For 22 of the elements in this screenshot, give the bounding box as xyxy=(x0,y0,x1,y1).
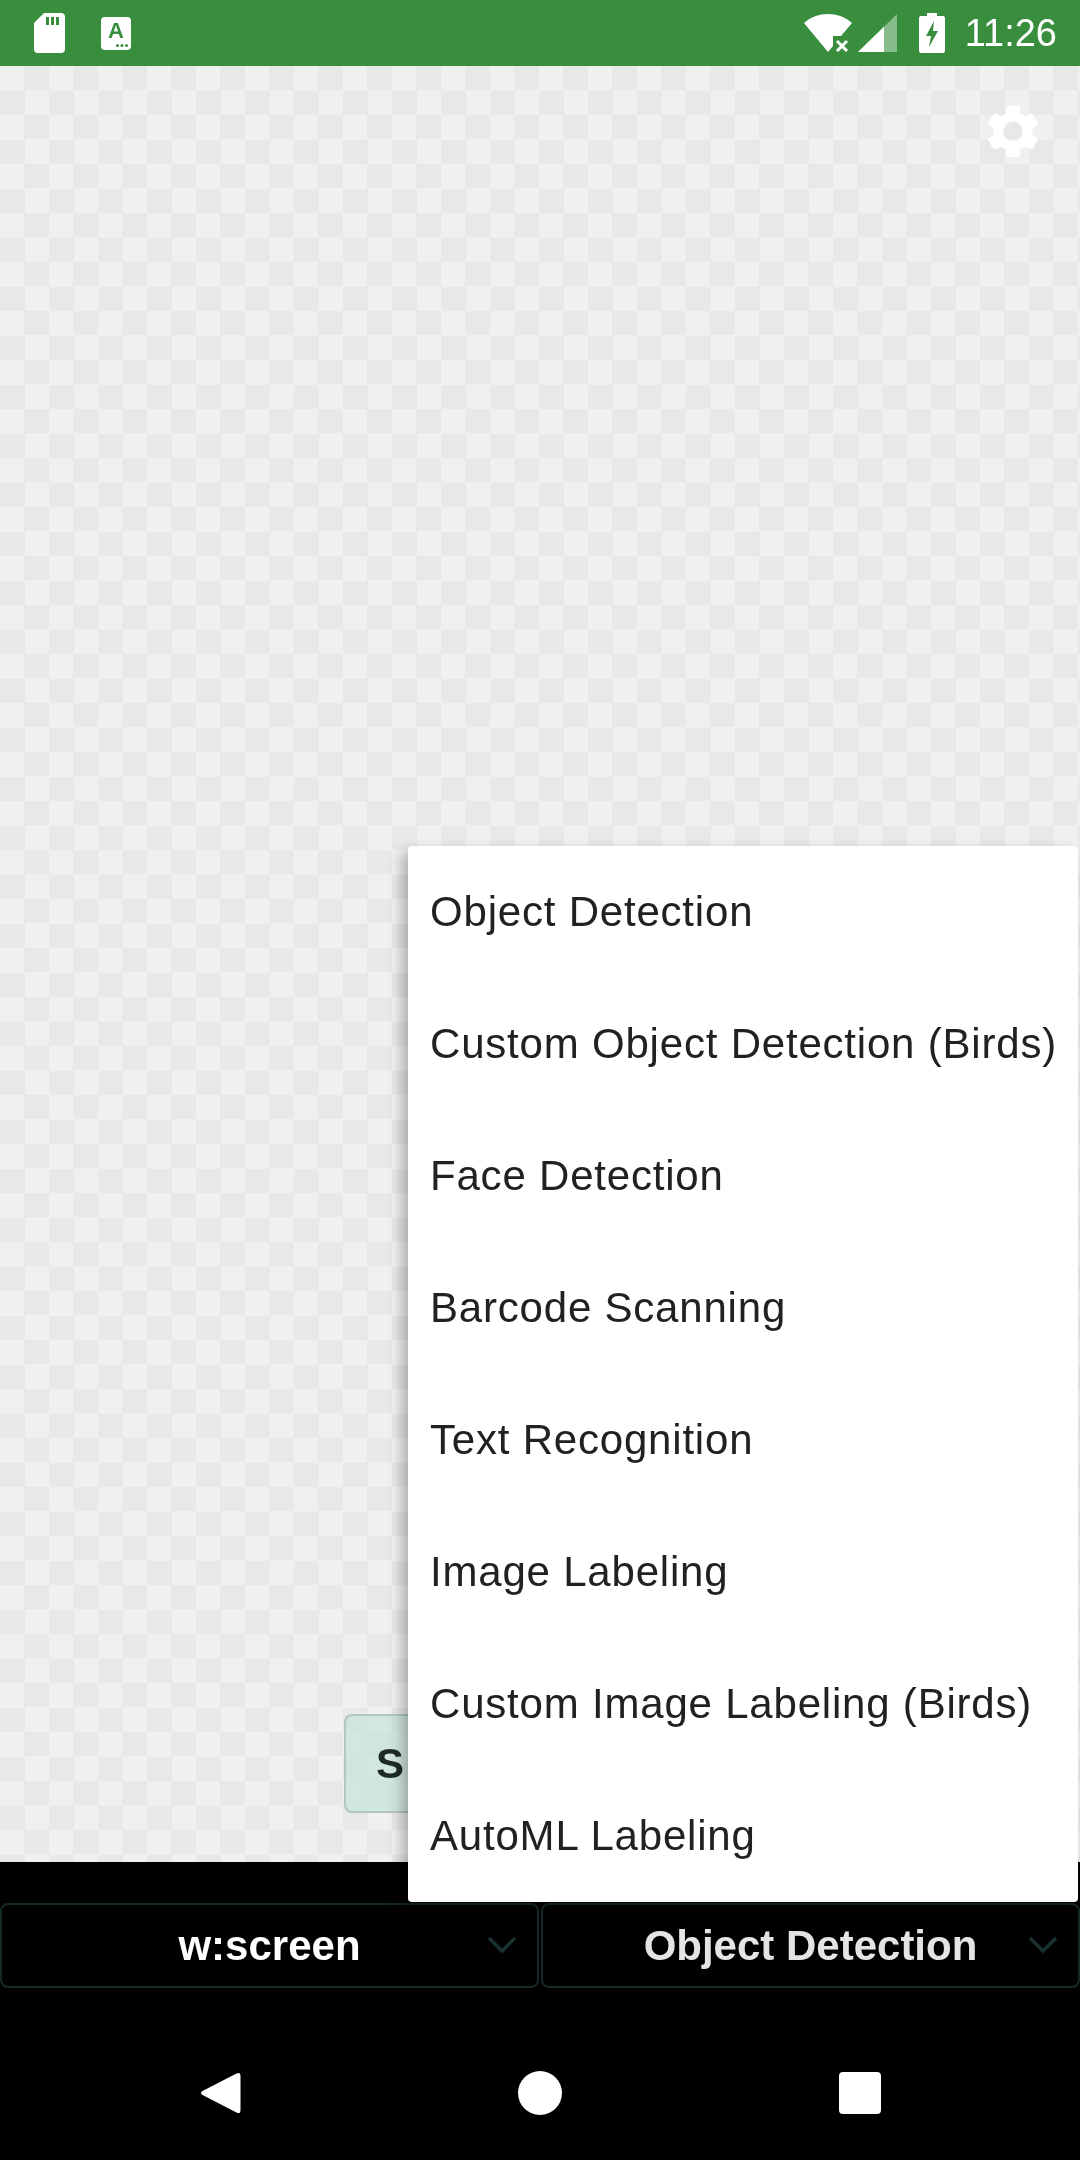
menu-item[interactable]: Custom Object Detection (Birds) xyxy=(408,978,1078,1110)
dropdown-spinner[interactable]: Object Detection xyxy=(541,1903,1080,1988)
sd-card-icon xyxy=(34,13,65,53)
menu-item[interactable]: Object Detection xyxy=(408,846,1078,978)
app-notification-icon: A xyxy=(101,16,131,50)
clock-time: 11:26 xyxy=(964,14,1057,52)
menu-item[interactable]: AutoML Labeling xyxy=(408,1770,1078,1902)
wifi-icon xyxy=(803,14,852,52)
preview-button[interactable]: S xyxy=(344,1714,408,1813)
menu-item[interactable]: Face Detection xyxy=(408,1110,1078,1242)
signal-icon xyxy=(857,14,897,52)
dropdown-spinner[interactable]: w:screen xyxy=(0,1903,539,1988)
menu-item[interactable]: Barcode Scanning xyxy=(408,1242,1078,1374)
menu-item[interactable]: Custom Image Labeling (Birds) xyxy=(408,1638,1078,1770)
menu-item[interactable]: Image Labeling xyxy=(408,1506,1078,1638)
home-icon[interactable] xyxy=(518,2071,562,2115)
chevron-down-icon xyxy=(487,1936,517,1953)
back-icon[interactable] xyxy=(198,2071,242,2115)
chevron-down-icon xyxy=(1028,1936,1058,1953)
menu-item[interactable]: Text Recognition xyxy=(408,1374,1078,1506)
battery-charging-icon xyxy=(918,13,945,53)
recents-icon[interactable] xyxy=(838,2071,882,2115)
